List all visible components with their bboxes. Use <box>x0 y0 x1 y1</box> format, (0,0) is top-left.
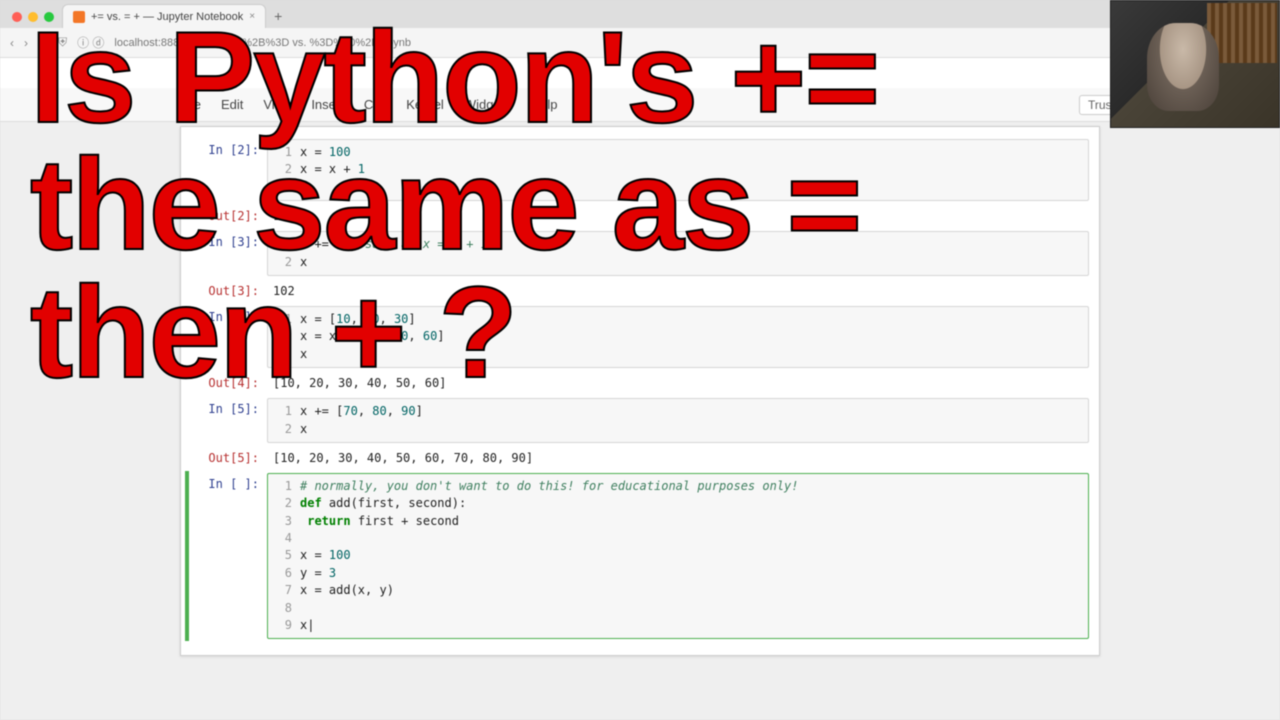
line-number: 2 <box>274 254 292 271</box>
menu-edit[interactable]: Edit <box>211 91 253 118</box>
bookshelf-icon <box>1207 3 1277 63</box>
cell-prompt: Out[4]: <box>181 372 267 394</box>
line-number: 2 <box>274 495 292 512</box>
cell-prompt: Out[5]: <box>181 447 267 469</box>
cell-prompt: In [ ]: <box>181 473 267 640</box>
line-number: 3 <box>274 179 292 196</box>
cell-prompt: Out[3]: <box>181 280 267 302</box>
maximize-window-icon[interactable] <box>44 12 54 22</box>
line-number: 4 <box>274 530 292 547</box>
menu-widgets[interactable]: Widgets <box>454 91 521 118</box>
line-number: 3 <box>274 513 292 530</box>
browser-tab[interactable]: += vs. = + — Jupyter Notebook × <box>62 4 266 28</box>
output-text: 102 <box>267 280 1089 302</box>
code-input[interactable]: 1x = 1002x = x + 13x <box>267 139 1089 201</box>
browser-window: += vs. = + — Jupyter Notebook × + ‹ › ⟳ … <box>0 0 1280 720</box>
code-cell[interactable]: In [5]:1x += [70, 80, 90]2x <box>181 396 1099 445</box>
menu-help[interactable]: Help <box>521 91 568 118</box>
line-number: 1 <box>274 403 292 420</box>
line-number: 3 <box>274 346 292 363</box>
line-number: 2 <box>274 328 292 345</box>
jupyter-favicon-icon <box>73 11 85 23</box>
output-text: [10, 20, 30, 40, 50, 60] <box>267 372 1089 394</box>
new-tab-button[interactable]: + <box>266 4 290 28</box>
cell-prompt: In [2]: <box>181 139 267 201</box>
code-input[interactable]: 1x += [70, 80, 90]2x <box>267 398 1089 443</box>
cell-prompt: In [3]: <box>181 231 267 276</box>
lock-icon: ⓘ ⓓ <box>77 34 104 51</box>
line-number: 9 <box>274 617 292 634</box>
line-number: 6 <box>274 565 292 582</box>
jupyter-header <box>0 58 1280 88</box>
output-cell: Out[3]:102 <box>181 278 1099 304</box>
menu-cell[interactable]: Cell <box>354 91 396 118</box>
line-number: 1 <box>274 144 292 161</box>
reload-icon[interactable]: ⟳ <box>38 36 48 50</box>
code-cell[interactable]: In [3]:1x += 1 # same as x = x + 12x <box>181 229 1099 278</box>
tab-title: += vs. = + — Jupyter Notebook <box>91 11 243 23</box>
minimize-window-icon[interactable] <box>28 12 38 22</box>
cell-prompt: In [5]: <box>181 398 267 443</box>
cell-prompt: Out[2]: <box>181 205 267 227</box>
forward-icon[interactable]: › <box>24 36 28 50</box>
code-cell[interactable]: In [ ]:1# normally, you don't want to do… <box>181 471 1099 642</box>
menu-file[interactable]: File <box>170 91 211 118</box>
shield-icon: ⛨ <box>58 35 67 50</box>
output-cell: Out[5]:[10, 20, 30, 40, 50, 60, 70, 80, … <box>181 445 1099 471</box>
line-number: 7 <box>274 582 292 599</box>
jupyter-menubar: FileEditViewInsertCellKernelWidgetsHelp … <box>0 88 1280 122</box>
line-number: 1 <box>274 236 292 253</box>
line-number: 2 <box>274 421 292 438</box>
tab-bar: += vs. = + — Jupyter Notebook × + <box>0 0 1280 28</box>
output-text: [10, 20, 30, 40, 50, 60, 70, 80, 90] <box>267 447 1089 469</box>
back-icon[interactable]: ‹ <box>10 36 14 50</box>
window-controls <box>8 12 62 28</box>
code-input[interactable]: 1# normally, you don't want to do this! … <box>267 473 1089 640</box>
output-text: 101 <box>267 205 1089 227</box>
menu-view[interactable]: View <box>253 91 301 118</box>
code-input[interactable]: 1x += 1 # same as x = x + 12x <box>267 231 1089 276</box>
code-cell[interactable]: In [4]:1x = [10, 20, 30]2x = x + [40, 50… <box>181 304 1099 370</box>
notebook-container: In [2]:1x = 1002x = x + 13xOut[2]:101In … <box>180 126 1100 656</box>
line-number: 1 <box>274 478 292 495</box>
output-cell: Out[4]:[10, 20, 30, 40, 50, 60] <box>181 370 1099 396</box>
close-tab-icon[interactable]: × <box>249 11 255 22</box>
menu-kernel[interactable]: Kernel <box>396 91 454 118</box>
code-cell[interactable]: In [2]:1x = 1002x = x + 13x <box>181 137 1099 203</box>
line-number: 8 <box>274 600 292 617</box>
menu-insert[interactable]: Insert <box>301 91 354 118</box>
code-input[interactable]: 1x = [10, 20, 30]2x = x + [40, 50, 60]3x <box>267 306 1089 368</box>
close-window-icon[interactable] <box>12 12 22 22</box>
cell-prompt: In [4]: <box>181 306 267 368</box>
url-bar: ‹ › ⟳ ⛨ ⓘ ⓓ localhost:8888/notebooks/%2B… <box>0 28 1280 58</box>
line-number: 1 <box>274 311 292 328</box>
url-text[interactable]: localhost:8888/notebooks/%2B%3D vs. %3D%… <box>114 37 1270 49</box>
line-number: 2 <box>274 161 292 178</box>
line-number: 5 <box>274 547 292 564</box>
notebook-scroll-area[interactable]: In [2]:1x = 1002x = x + 13xOut[2]:101In … <box>0 122 1280 720</box>
output-cell: Out[2]:101 <box>181 203 1099 229</box>
webcam-overlay <box>1110 0 1280 128</box>
